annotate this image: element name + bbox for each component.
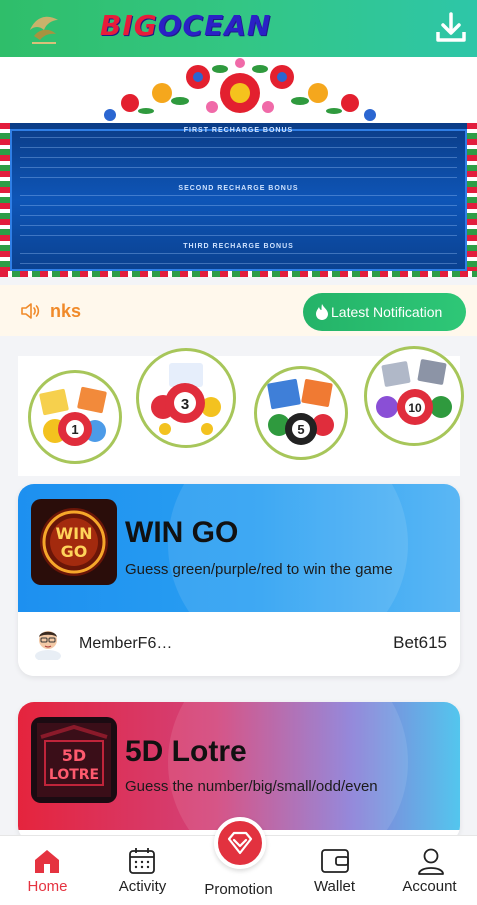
board-row-line xyxy=(20,253,457,254)
lotre-game-icon: 5D LOTRE xyxy=(31,717,117,803)
wingo-card-header: WIN GO WIN GO Guess green/purple/red to … xyxy=(18,484,460,664)
nav-home-label: Home xyxy=(27,878,68,895)
calendar-icon xyxy=(129,848,155,874)
svg-text:GO: GO xyxy=(61,542,88,561)
wingo-title: WIN GO xyxy=(125,516,239,549)
nav-home[interactable]: Home xyxy=(0,836,95,905)
board-row-line xyxy=(20,137,457,138)
board-row-line xyxy=(20,147,457,148)
home-page: BIGOCEAN FIRST RECHARGE BONUS SECOND REC… xyxy=(0,0,477,905)
notice-text: nks xyxy=(50,301,82,321)
ball-number: 5 xyxy=(297,422,304,437)
lotto-ball-icon: 3 xyxy=(151,363,221,435)
member-name: MemberF6… xyxy=(79,635,173,652)
board-row-line xyxy=(20,205,457,206)
brand-part-big: BIG xyxy=(100,9,158,42)
board-row-line xyxy=(20,263,457,264)
board-row-line xyxy=(20,235,457,236)
promo-banner[interactable]: FIRST RECHARGE BONUS SECOND RECHARGE BON… xyxy=(0,57,477,277)
lottery-category-strip: 1 3 5 10 xyxy=(18,346,464,476)
nav-wallet[interactable]: Wallet xyxy=(287,836,382,905)
lottery-ball-10[interactable]: 10 xyxy=(364,346,464,446)
nav-account-label: Account xyxy=(402,878,457,895)
wingo-description: Guess green/purple/red to win the game xyxy=(125,561,393,578)
game-card-wingo[interactable]: WIN GO WIN GO Guess green/purple/red to … xyxy=(18,484,460,676)
lotre-card-header: 5D LOTRE 5D Lotre Guess the number/big/s… xyxy=(18,702,460,842)
lotre-description: Guess the number/big/small/odd/even xyxy=(125,778,378,795)
wingo-logo-icon: WIN GO xyxy=(31,499,117,585)
decorative-circle xyxy=(168,702,408,842)
first-recharge-title: FIRST RECHARGE BONUS xyxy=(183,127,294,134)
nav-activity[interactable]: Activity xyxy=(95,836,190,905)
app-logo-icon xyxy=(30,16,58,44)
board-border-left xyxy=(0,123,10,277)
lottery-ball-5[interactable]: 5 xyxy=(254,366,348,460)
flower-decoration xyxy=(104,58,376,121)
bingo-ball-icon: 1 xyxy=(39,386,107,446)
user-icon xyxy=(418,848,444,875)
avatar xyxy=(35,631,61,660)
board-row-line xyxy=(20,167,457,168)
lottery-ball-1[interactable]: 1 xyxy=(28,370,122,464)
board-row-line xyxy=(20,215,457,216)
lottery-ball-3[interactable]: 3 xyxy=(136,348,236,448)
board-row-line xyxy=(20,157,457,158)
latest-notification-label: Latest Notification xyxy=(331,304,443,320)
board-row-line xyxy=(20,195,457,196)
ball-number: 3 xyxy=(181,396,189,413)
lotre-title: 5D Lotre xyxy=(125,735,247,768)
board-border-bottom xyxy=(0,271,477,277)
board-row-line xyxy=(20,177,457,178)
download-icon[interactable] xyxy=(432,8,470,46)
nav-account[interactable]: Account xyxy=(382,836,477,905)
wingo-card-footer: MemberF6… Bet615 xyxy=(18,612,460,676)
lotto-card-ball-icon: 5 xyxy=(267,378,334,445)
third-recharge-title: THIRD RECHARGE BONUS xyxy=(183,243,294,250)
nav-activity-label: Activity xyxy=(118,878,167,895)
wallet-icon xyxy=(321,849,349,873)
board-row-line xyxy=(20,225,457,226)
lotre-logo-icon: 5D LOTRE xyxy=(31,717,117,803)
lotre-icon-text-1: 5D xyxy=(62,746,86,765)
second-recharge-title: SECOND RECHARGE BONUS xyxy=(178,185,299,192)
lotre-icon-text-2: LOTRE xyxy=(49,767,99,783)
board-border-right xyxy=(467,123,477,277)
bingo-ball-ten-icon: 10 xyxy=(376,359,452,425)
ball-number: 10 xyxy=(408,401,422,415)
latest-notification-button[interactable]: Latest Notification xyxy=(303,293,466,331)
home-icon xyxy=(35,850,59,873)
nav-promotion-label: Promotion xyxy=(204,881,273,898)
wingo-game-icon: WIN GO xyxy=(31,499,117,585)
nav-wallet-label: Wallet xyxy=(313,878,356,895)
speaker-icon xyxy=(21,303,40,319)
promotion-button[interactable] xyxy=(214,817,266,869)
diamond-icon xyxy=(227,831,253,855)
svg-text:WIN: WIN xyxy=(56,524,93,543)
bet-amount: Bet615 xyxy=(393,633,447,652)
brand-part-ocean: OCEAN xyxy=(157,9,272,42)
top-header: BIGOCEAN xyxy=(0,0,477,57)
recharge-bonus-board: FIRST RECHARGE BONUS SECOND RECHARGE BON… xyxy=(0,123,477,277)
flame-icon xyxy=(316,304,328,320)
ball-number: 1 xyxy=(71,422,78,437)
brand-title: BIGOCEAN xyxy=(100,6,380,46)
